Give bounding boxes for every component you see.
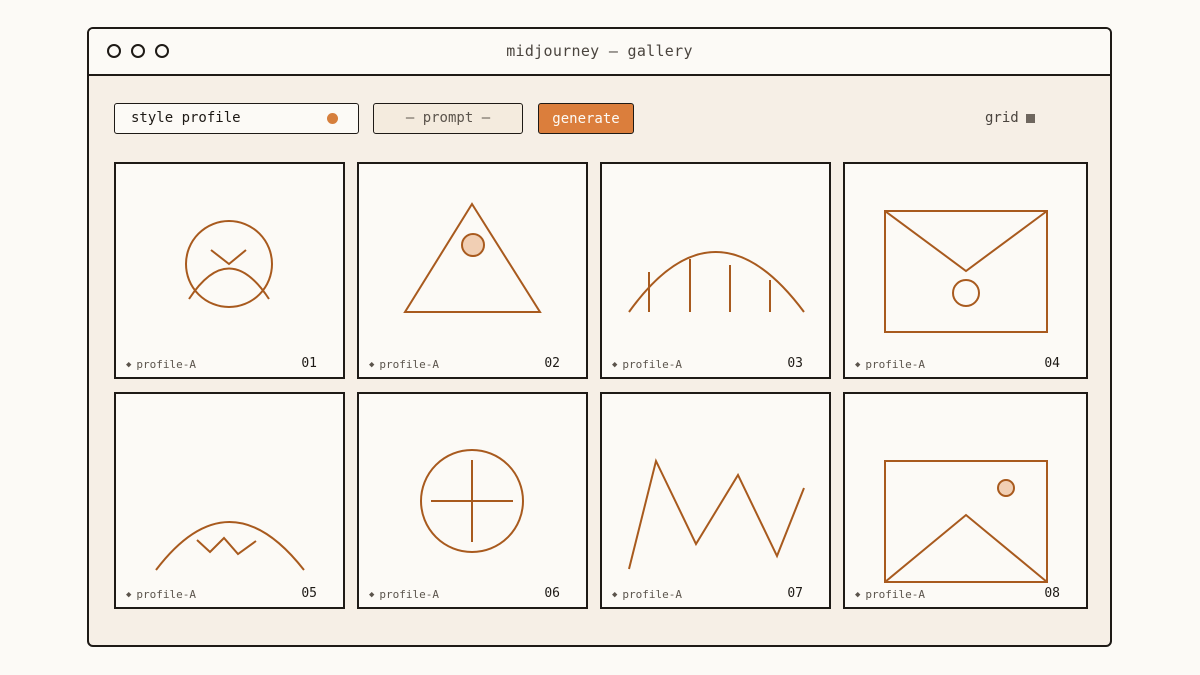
tile-profile-caption: ◆ profile-A [612,588,683,601]
style-profile-select[interactable]: style profile [114,103,359,134]
diamond-icon: ◆ [369,589,375,600]
app-window: midjourney — gallery style profile — pro… [87,27,1112,647]
tile-profile-caption: ◆ profile-A [126,358,197,371]
grid-view-toggle[interactable]: grid [985,110,1035,126]
tile-number: 02 [544,356,560,371]
diamond-icon: ◆ [126,589,132,600]
generate-button[interactable]: generate [538,103,634,134]
tile-number: 08 [1044,586,1060,601]
tile-number: 01 [301,356,317,371]
diamond-icon: ◆ [369,359,375,370]
zigzag-line-icon [628,458,805,570]
prompt-input[interactable]: — prompt — [373,103,523,134]
tile-profile-caption: ◆ profile-A [612,358,683,371]
gallery-tile-01[interactable]: ◆ profile-A 01 [114,162,345,379]
diamond-icon: ◆ [612,589,618,600]
gallery-tile-02[interactable]: ◆ profile-A 02 [357,162,588,379]
tile-number: 06 [544,586,560,601]
envelope-icon [884,210,1048,333]
gallery-tile-05[interactable]: ◆ profile-A 05 [114,392,345,609]
diamond-icon: ◆ [855,589,861,600]
gallery-tile-07[interactable]: ◆ profile-A 07 [600,392,831,609]
hill-zigzag-icon [155,521,305,571]
tile-profile-caption: ◆ profile-A [369,358,440,371]
gallery-tile-06[interactable]: ◆ profile-A 06 [357,392,588,609]
landscape-image-icon [884,460,1048,583]
prompt-placeholder: — prompt — [405,110,491,126]
style-profile-label: style profile [131,110,241,126]
tile-number: 07 [787,586,803,601]
diamond-icon: ◆ [126,359,132,370]
tile-number: 05 [301,586,317,601]
style-color-swatch-icon [327,113,338,124]
grid-view-label: grid [985,110,1019,126]
tile-profile-caption: ◆ profile-A [369,588,440,601]
title-bar: midjourney — gallery [89,29,1110,76]
window-title: midjourney — gallery [506,42,693,60]
tile-profile-caption: ◆ profile-A [855,588,926,601]
triangle-dot-icon [403,202,542,313]
tile-profile-caption: ◆ profile-A [126,588,197,601]
diamond-icon: ◆ [855,359,861,370]
gallery-tile-04[interactable]: ◆ profile-A 04 [843,162,1088,379]
gallery-tile-08[interactable]: ◆ profile-A 08 [843,392,1088,609]
sun-face-icon [185,220,273,308]
grid-square-icon [1025,113,1035,123]
diamond-icon: ◆ [612,359,618,370]
tile-number: 04 [1044,356,1060,371]
gallery-tile-03[interactable]: ◆ profile-A 03 [600,162,831,379]
tile-number: 03 [787,356,803,371]
arc-bars-icon [628,251,805,313]
tile-profile-caption: ◆ profile-A [855,358,926,371]
crosshair-circle-icon [420,449,524,553]
